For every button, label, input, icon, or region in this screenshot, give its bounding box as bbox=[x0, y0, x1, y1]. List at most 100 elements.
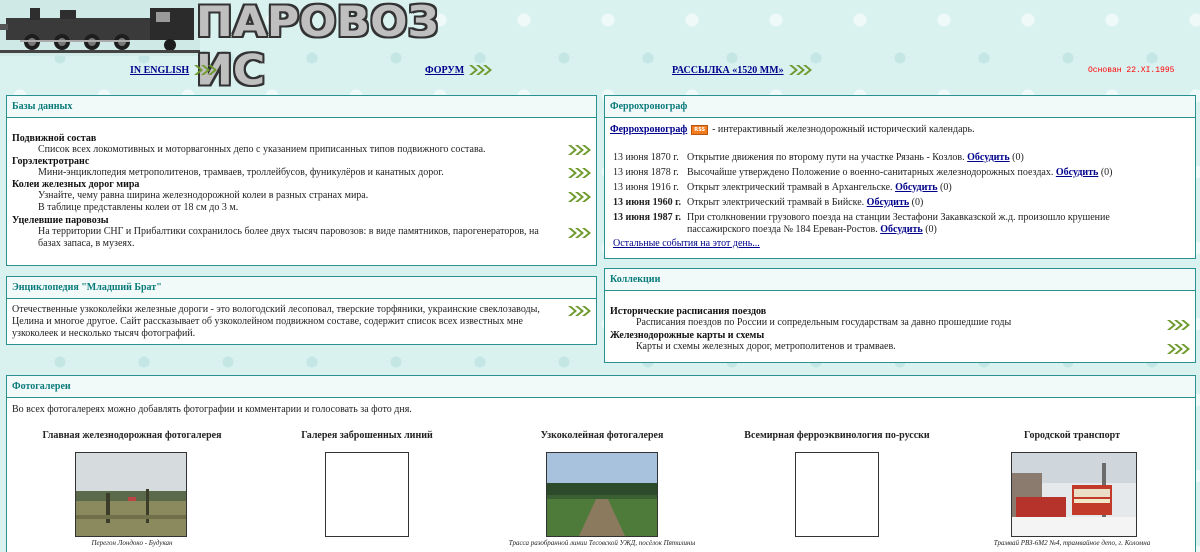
rss-icon[interactable]: RSS bbox=[691, 124, 709, 135]
discuss-link[interactable]: Обсудить bbox=[1056, 167, 1098, 178]
event-date: 13 июня 1960 г. bbox=[613, 197, 681, 208]
gallery-item: Галерея заброшенных линий bbox=[252, 430, 482, 441]
chevron-arrows-icon[interactable] bbox=[468, 64, 493, 76]
panel-title: Базы данных bbox=[7, 96, 596, 118]
database-entry-desc: На территории СНГ и Прибалтики сохранило… bbox=[38, 226, 539, 237]
chronograph-link[interactable]: Феррохронограф bbox=[610, 124, 687, 135]
event-text-line: При столкновении грузового поезда на ста… bbox=[687, 212, 1110, 223]
database-entry-title[interactable]: Подвижной состав bbox=[12, 133, 561, 144]
discuss-link[interactable]: Обсудить bbox=[967, 152, 1009, 163]
english-link[interactable]: IN ENGLISH bbox=[130, 65, 189, 76]
database-entry-desc: Узнайте, чему равна ширина железнодорожн… bbox=[38, 190, 369, 201]
discuss-link[interactable]: Обсудить bbox=[895, 182, 937, 193]
event-row: 13 июня 1916 г. Открыт электрический тра… bbox=[613, 180, 1189, 195]
chevron-arrows-icon[interactable] bbox=[1166, 343, 1190, 355]
collection-entry: Железнодорожные карты и схемы Карты и сх… bbox=[610, 330, 1160, 353]
collection-entry-desc: Карты и схемы железных дорог, метрополит… bbox=[636, 341, 896, 352]
gallery-title[interactable]: Городской транспорт bbox=[957, 430, 1187, 441]
chevron-arrows-icon[interactable] bbox=[567, 305, 591, 317]
event-text-line: Открыт электрический трамвай в Бийске. bbox=[687, 197, 865, 208]
gallery-title[interactable]: Всемирная ферроэквинология по-русски bbox=[722, 430, 952, 441]
database-entry-desc: Мини-энциклопедия метрополитенов, трамва… bbox=[38, 167, 444, 178]
encyclopedia-text-line: Отечественные узкоколейки железные дорог… bbox=[12, 304, 540, 315]
database-entry-title[interactable]: Уцелевшие паровозы bbox=[12, 215, 561, 226]
gallery-photo-tram-depot[interactable] bbox=[1011, 452, 1137, 537]
database-entry: Колеи железных дорог мира Узнайте, чему … bbox=[12, 179, 561, 214]
gallery-title[interactable]: Галерея заброшенных линий bbox=[252, 430, 482, 441]
chevron-arrows-icon[interactable] bbox=[567, 144, 591, 156]
mailing-list-link[interactable]: РАССЫЛКА «1520 ММ» bbox=[672, 65, 784, 76]
event-text-line: Открытие движения по второму пути на уча… bbox=[687, 152, 965, 163]
event-text-line: Открыт электрический трамвай в Архангель… bbox=[687, 182, 893, 193]
gallery-caption: Трасса разобранной линии Тесовской УЖД, … bbox=[508, 539, 696, 547]
event-text-line: Высочайше утверждено Положение о военно-… bbox=[687, 167, 1054, 178]
database-entry: Подвижной состав Список всех локомотивны… bbox=[12, 133, 561, 156]
event-text: Высочайше утверждено Положение о военно-… bbox=[687, 165, 1113, 180]
collections-panel: Коллекции Исторические расписания поездо… bbox=[604, 268, 1196, 363]
gallery-caption: Перегон Лондоко - Будукан bbox=[91, 539, 173, 547]
event-row: 13 июня 1878 г. Высочайше утверждено Пол… bbox=[613, 165, 1189, 180]
encyclopedia-panel: Энциклопедия "Младший Брат" Отечественны… bbox=[6, 276, 597, 345]
galleries-panel: Фотогалереи Во всех фотогалереях можно д… bbox=[6, 375, 1196, 552]
forum-link-group: ФОРУМ bbox=[425, 64, 493, 76]
event-date: 13 июня 1878 г. bbox=[613, 167, 679, 178]
gallery-title[interactable]: Узкоколейная фотогалерея bbox=[487, 430, 717, 441]
gallery-item: Всемирная ферроэквинология по-русски bbox=[722, 430, 952, 441]
database-entry: Горэлектротранс Мини-энциклопедия метроп… bbox=[12, 156, 561, 179]
database-entry-title[interactable]: Горэлектротранс bbox=[12, 156, 561, 167]
chevron-arrows-icon[interactable] bbox=[567, 191, 591, 203]
chronograph-panel: Феррохронограф Феррохронограф RSS - инте… bbox=[604, 95, 1196, 259]
panel-title: Энциклопедия "Младший Брат" bbox=[7, 277, 596, 299]
gallery-photo-forest-track[interactable] bbox=[546, 452, 658, 537]
gallery-item: Узкоколейная фотогалерея bbox=[487, 430, 717, 441]
discuss-link[interactable]: Обсудить bbox=[880, 224, 922, 235]
event-text: Открыт электрический трамвай в Архангель… bbox=[687, 180, 952, 195]
event-date: 13 июня 1870 г. bbox=[613, 152, 679, 163]
event-text: Открытие движения по второму пути на уча… bbox=[687, 150, 1024, 165]
comment-count: (0) bbox=[911, 197, 924, 208]
more-events-link[interactable]: Остальные события на этот день... bbox=[613, 238, 760, 249]
database-entry-desc: базах запаса, в музеях. bbox=[38, 238, 135, 249]
galleries-intro: Во всех фотогалереях можно добавлять фот… bbox=[12, 404, 412, 415]
gallery-photo-empty[interactable] bbox=[325, 452, 409, 537]
chevron-arrows-icon[interactable] bbox=[788, 64, 812, 76]
locomotive-logo-icon[interactable] bbox=[0, 0, 200, 56]
collection-entry: Исторические расписания поездов Расписан… bbox=[610, 306, 1160, 329]
discuss-link[interactable]: Обсудить bbox=[867, 197, 909, 208]
databases-panel: Базы данных Подвижной состав Список всех… bbox=[6, 95, 597, 266]
chevron-arrows-icon[interactable] bbox=[1166, 319, 1190, 331]
chronograph-description: - интерактивный железнодорожный историче… bbox=[712, 124, 975, 135]
database-entry-title[interactable]: Колеи железных дорог мира bbox=[12, 179, 561, 190]
encyclopedia-text-line: Целина и многое другое. Сайт рассказывае… bbox=[12, 316, 523, 327]
comment-count: (0) bbox=[1012, 152, 1024, 163]
event-date: 13 июня 1987 г. bbox=[613, 212, 681, 223]
event-text-line: пассажирского поезда № 184 Ереван-Ростов… bbox=[687, 224, 878, 235]
panel-title: Фотогалереи bbox=[7, 376, 1195, 398]
forum-link[interactable]: ФОРУМ bbox=[425, 65, 464, 76]
event-row: 13 июня 1870 г. Открытие движения по вто… bbox=[613, 150, 1189, 165]
gallery-photo-empty[interactable] bbox=[795, 452, 879, 537]
chronograph-intro: Феррохронограф RSS - интерактивный желез… bbox=[610, 124, 975, 135]
database-entry-desc: В таблице представлены колеи от 18 см до… bbox=[38, 202, 239, 213]
chevron-arrows-icon[interactable] bbox=[193, 64, 218, 76]
event-row: 13 июня 1987 г. При столкновении грузово… bbox=[613, 212, 1189, 236]
collection-entry-title[interactable]: Исторические расписания поездов bbox=[610, 306, 1160, 317]
mailing-link-group: РАССЫЛКА «1520 ММ» bbox=[672, 64, 812, 76]
event-text: Открыт электрический трамвай в Бийске. О… bbox=[687, 195, 923, 210]
founded-date: Основан 22.XI.1995 bbox=[1088, 66, 1175, 75]
database-entry: Уцелевшие паровозы На территории СНГ и П… bbox=[12, 215, 561, 250]
comment-count: (0) bbox=[940, 182, 952, 193]
gallery-caption: Трамвай РВЗ-6М2 №4, трамвайное депо, г. … bbox=[993, 539, 1151, 547]
encyclopedia-text-line: узкоколеек и несколько тысяч фотографий. bbox=[12, 328, 196, 339]
chevron-arrows-icon[interactable] bbox=[567, 167, 591, 179]
collection-entry-title[interactable]: Железнодорожные карты и схемы bbox=[610, 330, 1160, 341]
event-text: При столкновении грузового поезда на ста… bbox=[687, 212, 1110, 236]
collection-entry-desc: Расписания поездов по России и сопредель… bbox=[636, 317, 1012, 328]
gallery-title[interactable]: Главная железнодорожная фотогалерея bbox=[17, 430, 247, 441]
site-logo-text[interactable]: ПАРОВОЗ ИС bbox=[196, 0, 480, 95]
events-list: 13 июня 1870 г. Открытие движения по вто… bbox=[613, 150, 1189, 236]
event-row: 13 июня 1960 г. Открыт электрический тра… bbox=[613, 195, 1189, 210]
comment-count: (0) bbox=[1100, 167, 1113, 178]
gallery-photo-rail-landscape[interactable] bbox=[75, 452, 187, 537]
chevron-arrows-icon[interactable] bbox=[567, 227, 591, 239]
